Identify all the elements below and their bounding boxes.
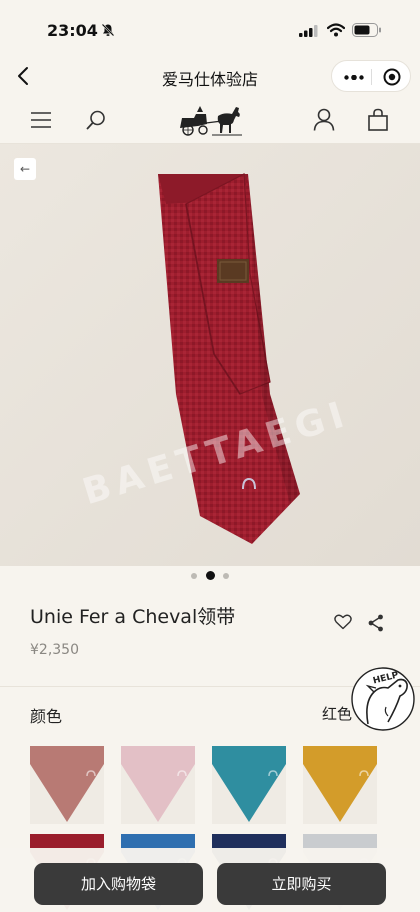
add-to-cart-button[interactable]: 加入购物袋 <box>34 863 203 905</box>
color-label: 颜色 <box>30 707 63 726</box>
signal-icon <box>299 25 318 37</box>
account-icon[interactable] <box>313 108 335 132</box>
help-chat-badge[interactable]: HELP <box>350 662 416 732</box>
menu-icon[interactable] <box>30 110 52 130</box>
carousel-indicator <box>0 566 420 586</box>
close-miniprogram-icon[interactable] <box>382 67 402 87</box>
product-image-gallery[interactable]: ← BAETTAEGI <box>0 144 420 566</box>
brand-logo-carriage[interactable] <box>176 102 246 138</box>
bottom-action-bar: 加入购物袋 立即购买 <box>0 848 420 912</box>
shopping-bag-icon[interactable] <box>367 108 389 132</box>
bell-muted-icon <box>101 23 115 37</box>
status-time: 23:04 <box>47 21 98 40</box>
gallery-back-button[interactable]: ← <box>14 158 36 180</box>
carousel-dot[interactable] <box>191 573 197 579</box>
wifi-icon <box>327 23 345 37</box>
heart-icon[interactable] <box>334 614 352 630</box>
carousel-dot-active[interactable] <box>206 571 215 580</box>
capsule-divider <box>371 69 372 85</box>
buy-now-button[interactable]: 立即购买 <box>217 863 386 905</box>
carousel-dot[interactable] <box>223 573 229 579</box>
status-bar: 23:04 <box>0 0 420 54</box>
color-swatch-mustard[interactable] <box>303 746 377 824</box>
product-price: ¥2,350 <box>30 642 79 658</box>
color-value: 红色 <box>322 705 353 723</box>
search-icon[interactable] <box>85 109 107 131</box>
color-swatch-rose[interactable] <box>30 746 104 824</box>
battery-icon <box>352 23 381 37</box>
product-image-tie <box>0 144 420 566</box>
site-header <box>0 98 420 144</box>
product-title: Unie Fer a Cheval领带 <box>30 606 236 628</box>
more-dots-icon[interactable] <box>344 75 364 80</box>
miniprogram-navbar: 爱马仕体验店 <box>0 54 420 98</box>
miniprogram-capsule <box>331 60 411 92</box>
color-swatch-pink[interactable] <box>121 746 195 824</box>
color-swatch-teal[interactable] <box>212 746 286 824</box>
share-icon[interactable] <box>368 614 384 632</box>
